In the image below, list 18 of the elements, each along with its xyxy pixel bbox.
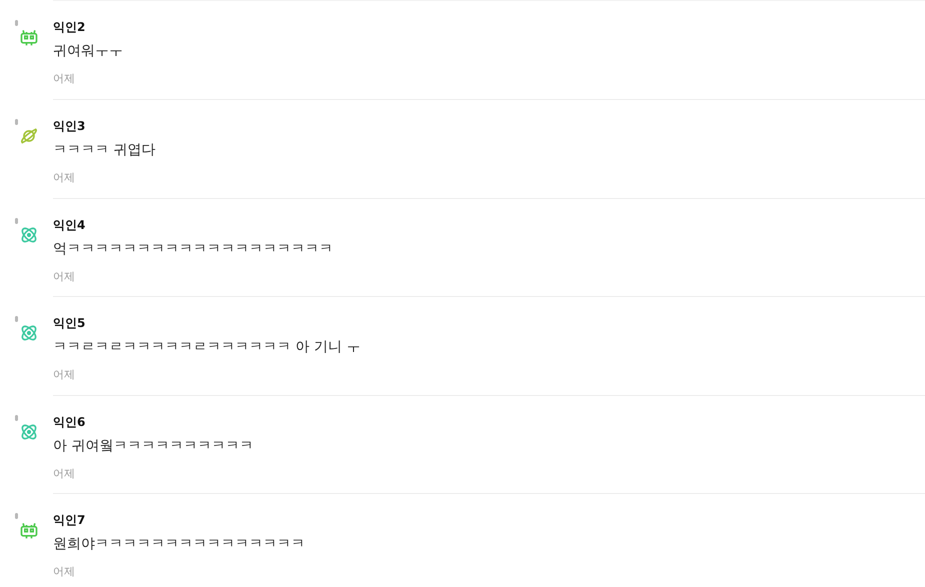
comment-author: 익인6	[53, 414, 86, 430]
comment-text: 원희야ㅋㅋㅋㅋㅋㅋㅋㅋㅋㅋㅋㅋㅋㅋㅋ	[53, 535, 306, 553]
comment-text: 아 귀여웤ㅋㅋㅋㅋㅋㅋㅋㅋㅋㅋ	[53, 436, 254, 454]
comment-text: 귀여워ㅜㅜ	[53, 42, 124, 60]
comment-author: 익인5	[53, 315, 86, 331]
comment-author: 익인3	[53, 118, 86, 134]
comment-time: 어제	[53, 565, 76, 579]
comment-time: 어제	[53, 270, 76, 284]
comment-text: 억ㅋㅋㅋㅋㅋㅋㅋㅋㅋㅋㅋㅋㅋㅋㅋㅋㅋㅋㅋ	[53, 240, 334, 258]
comment-time: 어제	[53, 171, 76, 185]
comment-text: ㅋㅋㅋㅋ 귀엽다	[53, 141, 156, 159]
comment-time: 어제	[53, 368, 76, 382]
comment-text: ㅋㅋㄹㅋㄹㅋㅋㅋㅋㅋㄹㅋㅋㅋㅋㅋㅋ 아 기니 ㅜ	[53, 338, 362, 356]
comment-author: 익인2	[53, 19, 86, 35]
comment-author: 익인4	[53, 216, 86, 232]
comment-time: 어제	[53, 72, 76, 86]
comment-time: 어제	[53, 466, 76, 480]
comment-author: 익인7	[53, 512, 86, 528]
